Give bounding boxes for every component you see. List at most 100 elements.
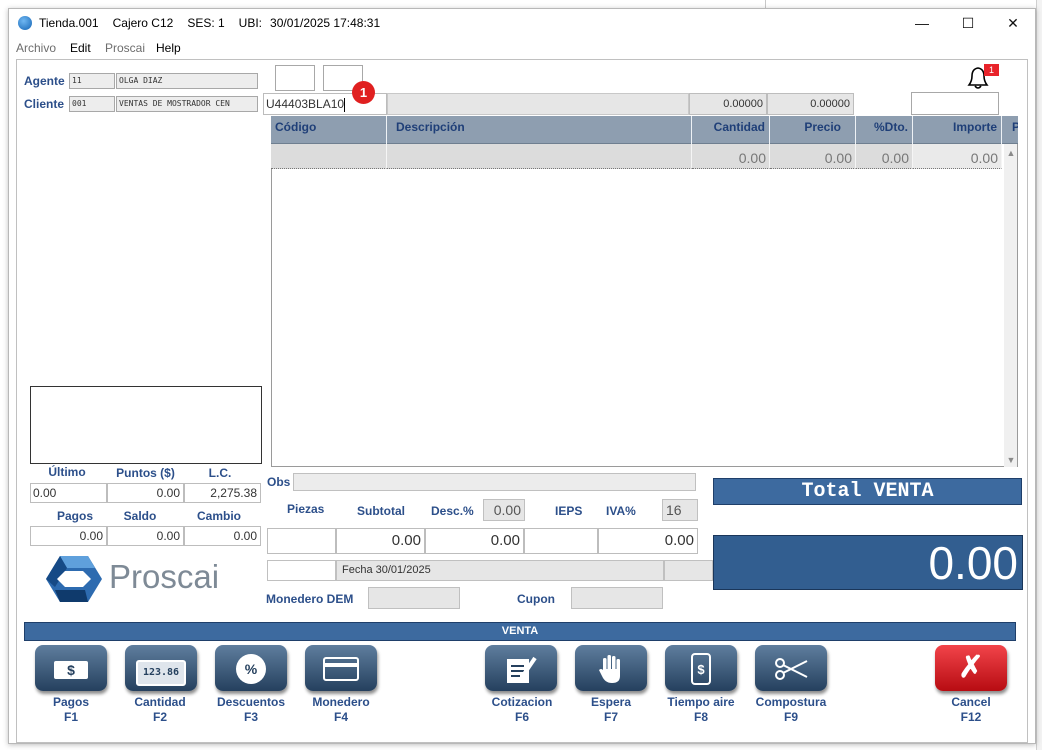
title-datetime: 30/01/2025 17:48:31 — [270, 16, 381, 30]
subtotal-label: Subtotal — [357, 504, 405, 518]
ultimo-label: Último — [48, 465, 86, 479]
col-descripcion[interactable]: Descripción — [387, 116, 692, 144]
menu-archivo[interactable]: Archivo — [16, 41, 56, 55]
client-name-field[interactable]: VENTAS DE MOSTRADOR CEN — [116, 96, 258, 112]
client-notes-box — [30, 386, 262, 464]
col-p[interactable]: P — [1002, 116, 1018, 144]
pos-window: Tienda.001 Cajero C12 SES: 1 UBI: 30/01/2025… — [8, 8, 1036, 744]
maximize-button[interactable]: ☐ — [945, 9, 991, 37]
menu-edit[interactable]: Edit — [70, 41, 91, 55]
col-cantidad[interactable]: Cantidad — [692, 116, 770, 144]
cotizacion-button[interactable] — [485, 645, 557, 691]
espera-button-label: Espera F7 — [590, 695, 632, 724]
monedero-field[interactable] — [368, 587, 460, 609]
puntos-value: 0.00 — [107, 483, 184, 503]
cancel-x-icon: ✗ — [958, 651, 984, 684]
title-bar[interactable]: Tienda.001 Cajero C12 SES: 1 UBI: 30/01/2025… — [9, 9, 1035, 37]
quote-edit-icon — [485, 645, 557, 691]
espera-button[interactable] — [575, 645, 647, 691]
row-dto-cell[interactable]: 0.00 — [856, 144, 913, 169]
description-entry-field[interactable] — [387, 93, 689, 115]
row-importe-cell[interactable]: 0.00 — [913, 144, 1002, 169]
monedero-button[interactable] — [305, 645, 377, 691]
cupon-label: Cupon — [517, 592, 555, 606]
iva-label: IVA% — [606, 504, 636, 518]
proscai-hexagon-icon — [46, 556, 102, 602]
agent-code-field[interactable]: 11 — [69, 73, 115, 89]
ieps-value — [524, 528, 598, 554]
menu-proscai[interactable]: Proscai — [105, 41, 145, 55]
col-precio[interactable]: Precio — [770, 116, 856, 144]
title-store: Tienda.001 — [39, 16, 99, 30]
cotizacion-button-label: Cotizacion F6 — [491, 695, 553, 724]
row-cantidad-cell[interactable]: 0.00 — [692, 144, 770, 169]
desc-label: Desc.% — [431, 504, 474, 518]
lc-value: 2,275.38 — [184, 483, 261, 503]
obs-field[interactable] — [293, 473, 696, 491]
total-venta-value: 0.00 — [713, 535, 1023, 590]
title-cashier: Cajero C12 — [112, 16, 174, 30]
saldo-label: Saldo — [123, 509, 157, 523]
notification-count-badge: 1 — [984, 64, 999, 76]
subtotal-value: 0.00 — [336, 528, 425, 554]
phone-recharge-icon: $ — [665, 645, 737, 691]
minimize-button[interactable]: — — [899, 9, 945, 37]
extra-entry-field[interactable] — [911, 92, 999, 115]
col-importe[interactable]: Importe — [913, 116, 1002, 144]
wallet-card-icon — [305, 645, 377, 691]
step-badge: 1 — [352, 81, 375, 104]
qty-entry-field[interactable]: 0.00000 — [689, 93, 767, 115]
total-venta-label: Total VENTA — [713, 478, 1022, 505]
close-button[interactable]: ✕ — [990, 9, 1036, 37]
fecha-field: Fecha 30/01/2025 — [336, 560, 664, 581]
tiempo-aire-button[interactable]: $ — [665, 645, 737, 691]
svg-text:$: $ — [697, 662, 705, 677]
row-descripcion-cell[interactable] — [387, 144, 692, 169]
price-entry-field[interactable]: 0.00000 — [767, 93, 854, 115]
title-ubi: UBI: — [238, 16, 263, 30]
col-dto[interactable]: %Dto. — [856, 116, 913, 144]
cantidad-button-label: Cantidad F2 — [134, 695, 186, 724]
scroll-down-icon[interactable]: ▼ — [1004, 455, 1018, 465]
menu-help[interactable]: Help — [156, 41, 181, 55]
app-globe-icon — [18, 16, 32, 30]
notification-bell-button[interactable]: 1 — [964, 64, 999, 90]
row-precio-cell[interactable]: 0.00 — [770, 144, 856, 169]
hand-stop-icon — [575, 645, 647, 691]
cancel-button-label: Cancel F12 — [951, 695, 991, 724]
cancel-button[interactable]: ✗ — [935, 645, 1007, 691]
mode-bar: VENTA — [24, 622, 1016, 641]
tiempo-aire-button-label: Tiempo aire F8 — [667, 695, 735, 724]
row-codigo-cell[interactable] — [271, 144, 387, 169]
iva-value: 0.00 — [598, 528, 698, 554]
client-code-field[interactable]: 001 — [69, 96, 115, 112]
compostura-button[interactable] — [755, 645, 827, 691]
window-title: Tienda.001 Cajero C12 SES: 1 UBI: 30/01/2025… — [39, 16, 394, 30]
saldo-value: 0.00 — [107, 526, 184, 546]
agent-name-field[interactable]: OLGA DIAZ — [116, 73, 258, 89]
piezas-label: Piezas — [287, 502, 325, 516]
aux-box-1[interactable] — [275, 65, 315, 91]
desc-value: 0.00 — [425, 528, 524, 554]
iva-pct-field[interactable]: 16 — [662, 499, 698, 521]
descuentos-button[interactable]: % — [215, 645, 287, 691]
compostura-button-label: Compostura F9 — [755, 695, 827, 724]
items-grid-body[interactable] — [271, 169, 1004, 566]
ieps-label: IEPS — [555, 504, 583, 518]
desc-pct-field[interactable]: 0.00 — [483, 499, 525, 521]
lc-label: L.C. — [208, 466, 232, 480]
vertical-scrollbar[interactable]: ▲ ▼ — [1004, 144, 1018, 467]
agent-label: Agente — [24, 74, 65, 88]
proscai-logo — [45, 554, 105, 604]
dollar-bill-icon: $ — [35, 645, 107, 691]
pagos-button[interactable]: $ — [35, 645, 107, 691]
cantidad-button[interactable]: 123.86 — [125, 645, 197, 691]
cupon-field[interactable] — [571, 587, 663, 609]
text-caret — [344, 97, 346, 112]
scroll-up-icon[interactable]: ▲ — [1004, 148, 1018, 158]
code-entry-value: U44403BLA10 — [266, 97, 345, 111]
col-codigo[interactable]: Código — [271, 116, 387, 144]
piezas-value — [267, 528, 336, 554]
pos-client-area: Agente 11 OLGA DIAZ Cliente 001 VENTAS D… — [16, 59, 1028, 743]
ultimo-value: 0.00 — [30, 483, 107, 503]
